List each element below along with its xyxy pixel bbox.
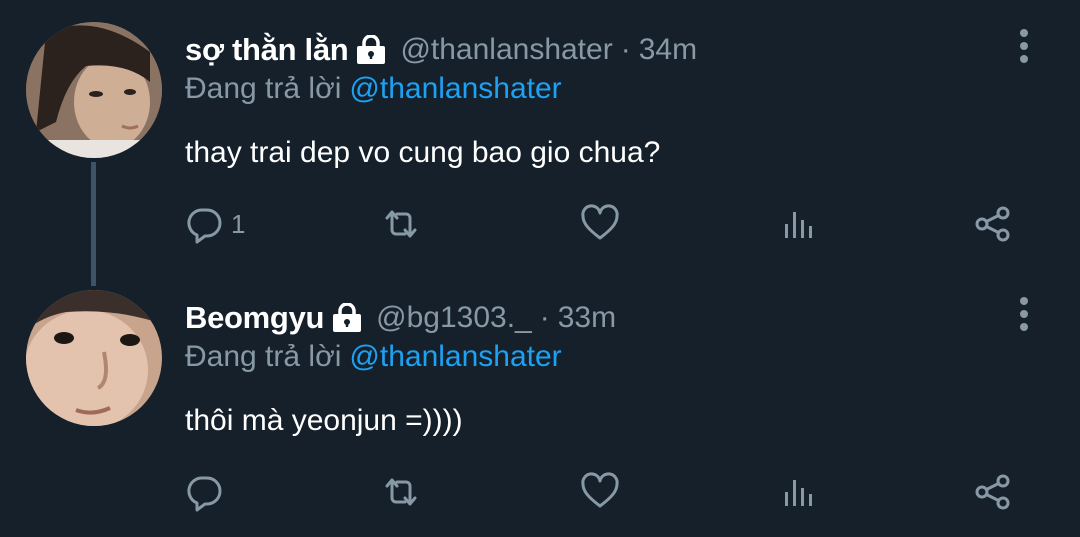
more-vertical-icon[interactable]	[1012, 296, 1036, 332]
replying-label: Đang trả lời	[185, 340, 342, 373]
timestamp[interactable]: 33m	[558, 301, 616, 335]
thread-view: sợ thằn lằn @thanlanshater · 34m Đang tr…	[0, 0, 1080, 537]
more-vertical-icon[interactable]	[1012, 28, 1036, 64]
tweet-text: thay trai dep vo cung bao gio chua?	[185, 136, 661, 169]
timestamp[interactable]: 34m	[639, 33, 697, 67]
avatar[interactable]	[26, 290, 162, 426]
analytics-button[interactable]	[778, 202, 818, 246]
display-name[interactable]: Beomgyu	[185, 300, 324, 336]
lock-icon	[356, 34, 386, 65]
tweet-header: sợ thằn lằn @thanlanshater · 34m	[185, 30, 697, 70]
share-button[interactable]	[973, 202, 1013, 246]
reply-button[interactable]: 1	[185, 202, 245, 246]
like-button[interactable]	[580, 202, 620, 246]
heart-icon	[581, 472, 619, 508]
retweet-icon	[385, 210, 417, 238]
analytics-icon	[785, 480, 812, 506]
analytics-icon	[785, 212, 812, 238]
tweet-header: Beomgyu @bg1303._ · 33m	[185, 298, 616, 338]
share-icon	[975, 474, 1010, 510]
reply-count: 1	[231, 208, 246, 239]
replying-to: Đang trả lời @thanlanshater	[185, 340, 562, 374]
like-button[interactable]	[580, 470, 620, 514]
handle[interactable]: @thanlanshater	[400, 33, 612, 67]
replying-to-handle[interactable]: @thanlanshater	[349, 72, 561, 105]
tweet[interactable]: sợ thằn lằn @thanlanshater · 34m Đang tr…	[0, 0, 1080, 286]
replying-to: Đang trả lời @thanlanshater	[185, 72, 562, 106]
analytics-button[interactable]	[778, 470, 818, 514]
reply-bubble-icon	[187, 208, 222, 244]
reply-button[interactable]	[185, 470, 231, 514]
separator-dot: ·	[539, 301, 550, 334]
retweet-icon	[385, 478, 417, 506]
tweet[interactable]: Beomgyu @bg1303._ · 33m Đang trả lời @th…	[0, 268, 1080, 537]
heart-icon	[581, 204, 619, 240]
action-bar: 1	[185, 202, 1025, 246]
handle[interactable]: @bg1303._	[376, 301, 532, 335]
retweet-button[interactable]	[381, 470, 421, 514]
replying-label: Đang trả lời	[185, 72, 342, 105]
retweet-button[interactable]	[381, 202, 421, 246]
tweet-text: thôi mà yeonjun =))))	[185, 404, 463, 437]
display-name[interactable]: sợ thằn lằn	[185, 32, 349, 68]
separator-dot: ·	[620, 33, 631, 66]
reply-bubble-icon	[187, 476, 222, 512]
share-icon	[975, 206, 1010, 242]
replying-to-handle[interactable]: @thanlanshater	[349, 340, 561, 373]
avatar-image	[26, 22, 162, 158]
share-button[interactable]	[973, 470, 1013, 514]
action-bar	[185, 470, 1025, 514]
avatar-image	[26, 290, 162, 426]
lock-icon	[332, 302, 362, 333]
avatar[interactable]	[26, 22, 162, 158]
